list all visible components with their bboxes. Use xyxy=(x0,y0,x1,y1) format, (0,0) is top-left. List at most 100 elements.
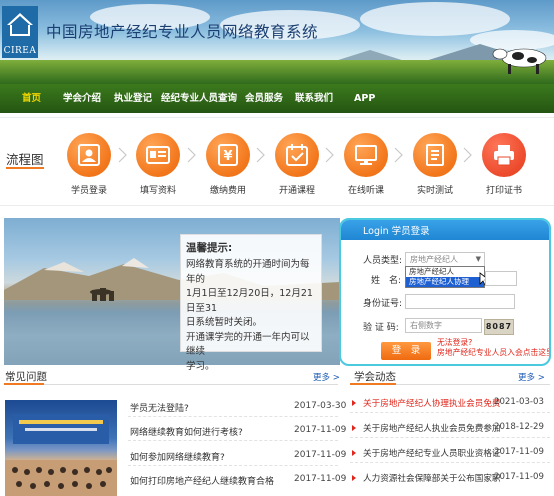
captcha-image[interactable]: 8087 xyxy=(484,319,514,335)
forgot-link[interactable]: 无法登录? 房地产经纪专业人员入会点击这里 xyxy=(437,338,549,358)
forgot-line-2[interactable]: 房地产经纪专业人员入会点击这里 xyxy=(437,348,549,358)
bullet-icon xyxy=(352,450,356,456)
house-icon xyxy=(7,13,33,36)
type-option[interactable]: 房地产经纪人 xyxy=(406,267,484,277)
notice-line: 网络教育系统的开通时间为每年的 xyxy=(186,259,310,285)
login-panel: Login 学员登录 人员类型: 房地产经纪人 ▼ 房地产经纪人 房地产经纪人协… xyxy=(339,218,551,366)
faq-date: 2017-11-09 xyxy=(294,425,347,435)
news-title: 学会动态 xyxy=(354,371,396,383)
type-dropdown[interactable]: 房地产经纪人 房地产经纪人协理 xyxy=(405,266,485,288)
step-test-button[interactable] xyxy=(413,133,457,177)
faq-date: 2017-03-30 xyxy=(294,401,347,411)
name-input[interactable] xyxy=(485,271,517,286)
news-title-underline xyxy=(350,383,396,385)
faq-item[interactable]: 如何打印房地产经纪人继续教育合格 xyxy=(130,474,274,487)
type-select-value: 房地产经纪人 xyxy=(410,255,458,264)
bullet-icon xyxy=(352,400,356,406)
cow-illustration xyxy=(492,48,547,74)
bullet-icon xyxy=(352,475,356,481)
notice-line: 1月1日至12月20日，12月21日至31 xyxy=(186,288,313,314)
notice-line: 日系统暂时关闭。 xyxy=(186,317,263,328)
step-label-print: 打印证书 xyxy=(485,186,522,196)
type-option-selected[interactable]: 房地产经纪人协理 xyxy=(406,277,484,287)
monitor-icon xyxy=(355,145,377,165)
faq-date: 2017-11-09 xyxy=(294,450,347,460)
id-label: 身份证号: xyxy=(363,299,403,309)
cloud xyxy=(360,2,510,36)
nav-item-agent-query[interactable]: 经纪专业人员查询 xyxy=(161,84,237,113)
news-item[interactable]: 人力资源社会保障部关于公布国家职 xyxy=(363,472,501,484)
bullet-icon xyxy=(352,425,356,431)
step-open-course-button[interactable] xyxy=(275,133,319,177)
news-more-link[interactable]: 更多 > xyxy=(518,371,545,383)
notice-line: 学习。 xyxy=(186,360,215,372)
document-icon xyxy=(426,144,444,166)
notice-box: 温馨提示: 网络教育系统的开通时间为每年的 1月1日至12月20日，12月21日… xyxy=(180,234,322,372)
faq-item[interactable]: 如何参加网络继续教育? xyxy=(130,450,225,463)
printer-icon xyxy=(494,145,514,166)
chevron-right-icon xyxy=(394,147,403,163)
logo-text: CIREA xyxy=(3,46,37,56)
flow-title-underline xyxy=(6,167,44,169)
step-online-class-button[interactable] xyxy=(344,133,388,177)
divider xyxy=(350,412,550,413)
id-input[interactable] xyxy=(405,294,515,309)
notice-line: 开通课学完的开通一年内可以继续 xyxy=(186,331,310,358)
site-header: CIREA 中国房地产经纪专业人员网络教育系统 xyxy=(0,0,554,84)
step-pay-button[interactable]: ¥ xyxy=(206,133,250,177)
step-print-button[interactable] xyxy=(482,133,526,177)
step-label-pay: 缴纳费用 xyxy=(209,186,246,196)
nav-item-registration[interactable]: 执业登记 xyxy=(114,84,152,113)
news-date: 2017-11-09 xyxy=(494,472,544,482)
faq-more-link[interactable]: 更多 > xyxy=(313,371,340,383)
faq-item[interactable]: 学员无法登陆? xyxy=(130,401,189,414)
divider xyxy=(128,465,338,466)
faq-item[interactable]: 网络继续教育如何进行考核? xyxy=(130,425,243,438)
news-item[interactable]: 关于房地产经纪人协理执业会员免费 xyxy=(363,397,501,409)
divider xyxy=(0,205,554,206)
divider xyxy=(350,462,550,463)
main-nav: 首页 学会介绍 执业登记 经纪专业人员查询 会员服务 联系我们 APP xyxy=(0,84,554,113)
flow-title: 流程图 xyxy=(6,152,44,167)
step-login-button[interactable] xyxy=(67,133,111,177)
news-item[interactable]: 关于房地产经纪人执业会员免费参加 xyxy=(363,422,501,434)
step-label-online-class: 在线听课 xyxy=(347,186,384,196)
nav-item-about[interactable]: 学会介绍 xyxy=(63,84,101,113)
name-label: 姓 名: xyxy=(371,276,402,286)
nav-item-app[interactable]: APP xyxy=(354,84,375,113)
conference-photo xyxy=(5,400,117,496)
type-label: 人员类型: xyxy=(363,256,403,266)
step-fill-info-button[interactable] xyxy=(136,133,180,177)
divider xyxy=(4,384,338,385)
notice-body: 网络教育系统的开通时间为每年的 1月1日至12月20日，12月21日至31 日系… xyxy=(186,258,317,374)
chevron-right-icon xyxy=(187,147,196,163)
grassland xyxy=(0,60,554,84)
login-header: Login 学员登录 xyxy=(341,220,549,240)
chevron-right-icon xyxy=(325,147,334,163)
id-card-icon xyxy=(146,146,170,164)
step-label-login: 学员登录 xyxy=(70,186,107,196)
divider xyxy=(350,437,550,438)
chevron-down-icon: ▼ xyxy=(475,255,481,263)
divider xyxy=(0,117,554,118)
forgot-line-1[interactable]: 无法登录? xyxy=(437,338,549,348)
nav-item-member-service[interactable]: 会员服务 xyxy=(245,84,283,113)
nav-item-home[interactable]: 首页 xyxy=(22,84,41,113)
step-label-test: 实时测试 xyxy=(416,186,453,196)
news-item[interactable]: 关于房地产经纪专业人员职业资格证 xyxy=(363,447,501,459)
user-card-icon xyxy=(78,144,100,166)
news-date: 2017-11-09 xyxy=(494,447,544,457)
cirea-logo[interactable]: CIREA xyxy=(2,6,38,58)
chevron-right-icon xyxy=(256,147,265,163)
nav-item-contact[interactable]: 联系我们 xyxy=(295,84,333,113)
faq-title-underline xyxy=(4,383,44,385)
divider xyxy=(128,440,338,441)
type-select[interactable]: 房地产经纪人 ▼ xyxy=(405,252,485,267)
notice-title: 温馨提示: xyxy=(186,242,233,254)
news-date: 2018-12-29 xyxy=(494,422,544,432)
login-button[interactable]: 登 录 xyxy=(381,342,431,360)
captcha-input[interactable]: 右侧数字 xyxy=(405,318,482,333)
news-date: 2021-03-03 xyxy=(494,397,544,407)
yen-icon: ¥ xyxy=(218,144,238,166)
chevron-right-icon xyxy=(118,147,127,163)
